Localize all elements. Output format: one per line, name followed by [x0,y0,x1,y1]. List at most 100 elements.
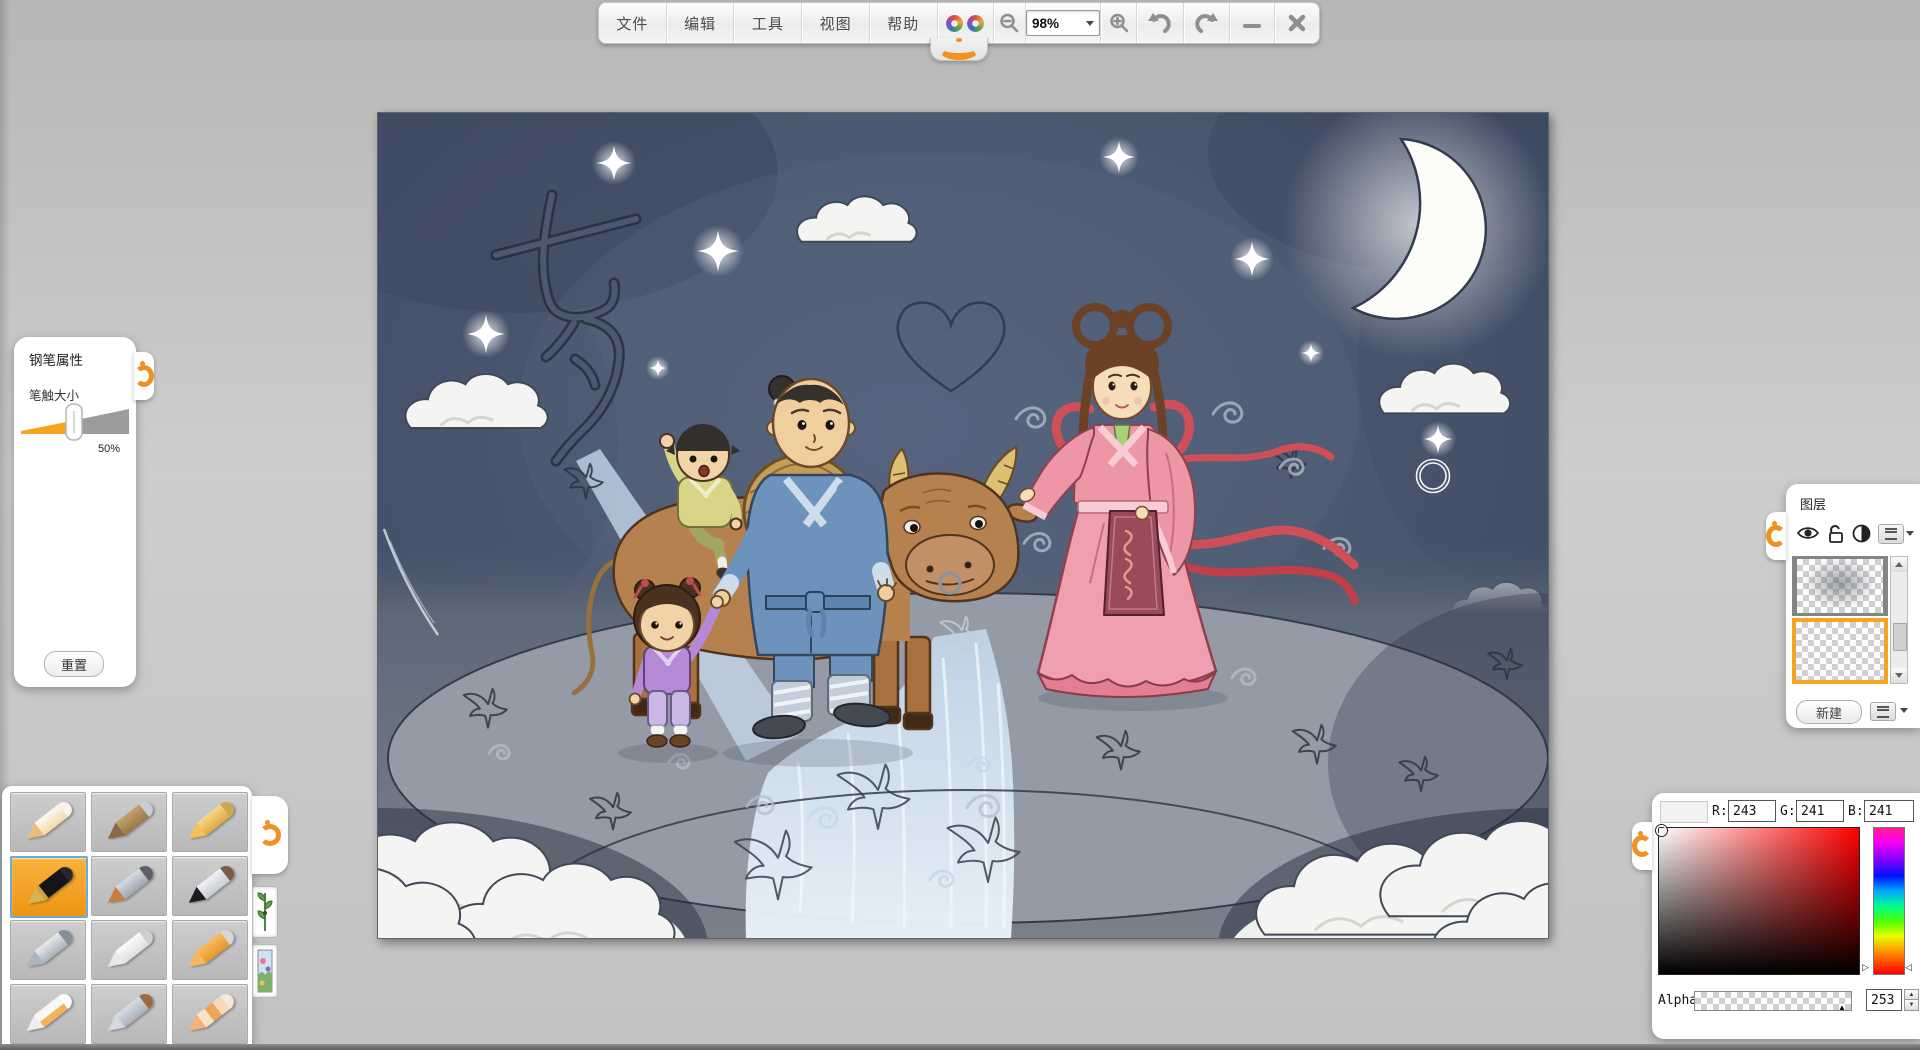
app-window: 文件 编辑 工具 视图 帮助 乐画 98% [0,0,1920,1050]
close-icon [1288,14,1306,32]
redo-button[interactable] [1184,3,1230,43]
tool-ink-brush[interactable] [172,856,248,916]
red-input[interactable] [1728,800,1776,822]
blue-label: B: [1848,804,1864,819]
hue-marker-right-icon[interactable]: ◁ [1905,962,1912,973]
alpha-label: Alpha [1658,993,1698,1008]
layer-menu-button[interactable] [1878,524,1904,544]
alpha-slider[interactable] [1694,991,1852,1011]
close-button[interactable] [1275,3,1319,43]
menu-view-label: 视图 [819,15,852,33]
app-logo: 乐画 [938,3,994,43]
opacity-halfcircle-icon[interactable] [1852,524,1871,543]
pencil-icon [21,798,75,846]
drawing-canvas[interactable]: 七夕 [48,33,1878,1050]
tool-paint-jar[interactable] [10,984,86,1044]
logo-glyph-icon [946,14,964,32]
color-picker-panel: R: G: B: ▷ ◁ Alpha ▲ ▲ ▼ [1652,793,1920,1039]
menu-file[interactable]: 文件 [599,3,667,43]
zoom-level-select[interactable]: 98% [1026,3,1102,43]
tool-crayon[interactable] [172,792,248,852]
minimize-icon [1242,24,1261,28]
tool-fountain-pen[interactable] [10,856,88,918]
logo-smile-tab [930,38,988,61]
menu-edit[interactable]: 编辑 [667,3,735,43]
layer-sketch-content [1797,559,1883,613]
reset-button[interactable]: 重置 [44,651,104,677]
tool-paint-roller[interactable] [172,920,248,980]
tool-wood-pen[interactable] [91,792,167,852]
menu-help[interactable]: 帮助 [870,3,938,43]
crayon-icon [183,798,237,846]
fountain-pen-icon [22,863,76,911]
unlock-padlock-icon[interactable] [1826,524,1846,543]
zoom-out-button[interactable] [994,3,1027,43]
brush-size-value: 50% [97,443,120,455]
layer-sketch-thumbnail[interactable] [1792,556,1888,616]
new-layer-button[interactable]: 新建 [1796,700,1862,724]
zoom-in-button[interactable] [1101,3,1138,43]
tool-palette-collapse-tab[interactable] [252,796,288,874]
palette-knife-icon [102,990,156,1038]
layer-paint-thumbnail-active[interactable] [1792,618,1888,684]
tool-pencil[interactable] [10,792,86,852]
menu-edit-label: 编辑 [684,15,717,33]
saturation-value-square[interactable] [1655,824,1860,975]
pen-panel-collapse-tab[interactable] [134,352,154,400]
scrollbar-thumb[interactable] [1893,623,1907,651]
color-panel-collapse-tab[interactable] [1632,822,1652,870]
tool-palette [2,786,252,1050]
logo-smile-icon [259,820,281,846]
undo-arrow-icon [1147,13,1171,33]
window-bottom-edge [0,1044,1920,1050]
scroll-up-button[interactable] [1891,557,1907,572]
menu-view[interactable]: 视图 [802,3,870,43]
menu-tools[interactable]: 工具 [734,3,803,43]
undo-button[interactable] [1137,3,1184,43]
red-label: R: [1712,804,1728,819]
tool-paint-bottle[interactable] [91,920,167,980]
blue-input[interactable] [1864,800,1914,822]
paint-jar-icon [21,990,75,1038]
picture-stamp-icon [257,949,273,993]
plant-stamp-button[interactable] [252,886,278,938]
picture-stamp-button[interactable] [252,944,278,998]
menu-help-label: 帮助 [887,15,920,33]
layers-scrollbar[interactable] [1890,556,1908,684]
ink-brush-icon [183,862,237,910]
chevron-down-icon[interactable] [1900,708,1908,713]
green-input[interactable] [1796,800,1844,822]
magnifier-plus-icon [1109,13,1128,33]
alpha-marker-icon[interactable]: ▲ [1838,1003,1846,1012]
plant-stamp-icon [257,892,273,931]
chevron-down-icon[interactable] [1906,531,1914,536]
hue-strip[interactable] [1873,827,1905,975]
chevron-down-icon [1086,20,1095,26]
canvas-illustration: 七夕 [48,33,1878,1050]
logo-smile-icon [1766,521,1786,547]
logo-smile-icon [134,361,154,387]
airbrush-icon [21,926,75,974]
logo-smile-icon [1632,831,1652,857]
layer-list-menu-button[interactable] [1870,702,1896,721]
hue-marker-left-icon[interactable]: ▷ [1862,962,1869,973]
scroll-down-button[interactable] [1891,668,1907,683]
minimize-button[interactable] [1230,3,1275,43]
brush-size-slider[interactable] [17,401,133,443]
pen-properties-panel: 钢笔属性 笔触大小 50% 重置 [14,337,136,687]
alpha-input[interactable] [1866,989,1902,1011]
menu-file-label: 文件 [616,15,649,33]
sv-marker[interactable] [1655,824,1668,837]
logo-smile-icon [939,39,979,60]
tool-flat-brush[interactable] [91,856,167,916]
eraser-icon [183,990,237,1038]
layers-panel: 图层 新建 [1786,484,1920,728]
visibility-eye-icon[interactable] [1796,524,1820,542]
tool-palette-knife[interactable] [91,984,167,1044]
alpha-spin-down[interactable]: ▼ [1904,999,1919,1011]
tool-eraser[interactable] [172,984,248,1044]
wood-pen-icon [102,798,156,846]
tool-airbrush[interactable] [10,920,86,980]
layers-panel-collapse-tab[interactable] [1766,512,1786,560]
zoom-level-box[interactable]: 98% [1026,10,1101,36]
